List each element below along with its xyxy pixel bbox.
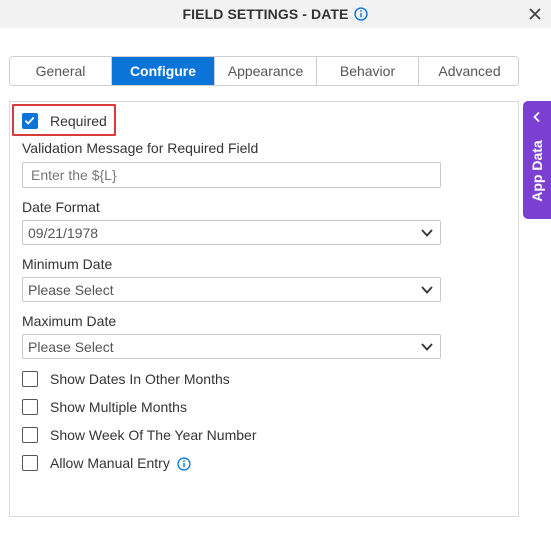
show-multiple-months-checkbox[interactable]	[22, 399, 38, 415]
dialog-title: FIELD SETTINGS - DATE	[182, 6, 349, 22]
chevron-left-icon	[533, 111, 540, 123]
maximum-date-value: Please Select	[28, 339, 114, 355]
dialog-header: FIELD SETTINGS - DATE	[0, 0, 551, 28]
show-week-number-checkbox[interactable]	[22, 427, 38, 443]
allow-manual-entry-label: Allow Manual Entry	[50, 455, 170, 471]
date-format-value: 09/21/1978	[28, 225, 99, 241]
chevron-down-icon	[421, 229, 433, 237]
show-dates-other-months-checkbox[interactable]	[22, 371, 38, 387]
maximum-date-select[interactable]: Please Select	[22, 334, 441, 359]
maximum-date-label: Maximum Date	[22, 313, 117, 329]
validation-message-label: Validation Message for Required Field	[22, 140, 259, 156]
settings-tabs: General Configure Appearance Behavior Ad…	[9, 56, 519, 86]
chevron-down-icon	[421, 343, 433, 351]
show-dates-other-months-label: Show Dates In Other Months	[50, 371, 230, 387]
validation-message-input[interactable]	[22, 162, 441, 188]
required-checkbox[interactable]	[22, 113, 38, 129]
tab-general[interactable]: General	[10, 57, 112, 85]
show-multiple-months-label: Show Multiple Months	[50, 399, 187, 415]
close-button[interactable]	[525, 4, 545, 24]
allow-manual-entry-checkbox[interactable]	[22, 455, 38, 471]
tab-configure[interactable]: Configure	[112, 57, 215, 85]
info-icon[interactable]	[177, 457, 191, 471]
close-icon	[529, 8, 541, 20]
tab-advanced[interactable]: Advanced	[419, 57, 518, 85]
app-data-tab[interactable]: App Data	[523, 101, 551, 219]
show-week-number-label: Show Week Of The Year Number	[50, 427, 257, 443]
date-format-label: Date Format	[22, 199, 100, 215]
app-data-label: App Data	[529, 140, 545, 202]
tab-behavior[interactable]: Behavior	[317, 57, 419, 85]
minimum-date-label: Minimum Date	[22, 256, 113, 272]
minimum-date-select[interactable]: Please Select	[22, 277, 441, 302]
chevron-down-icon	[421, 286, 433, 294]
checkmark-icon	[24, 116, 35, 125]
date-format-select[interactable]: 09/21/1978	[22, 220, 441, 245]
info-icon[interactable]	[354, 7, 369, 21]
minimum-date-value: Please Select	[28, 282, 114, 298]
tab-appearance[interactable]: Appearance	[215, 57, 317, 85]
required-label: Required	[50, 113, 107, 129]
